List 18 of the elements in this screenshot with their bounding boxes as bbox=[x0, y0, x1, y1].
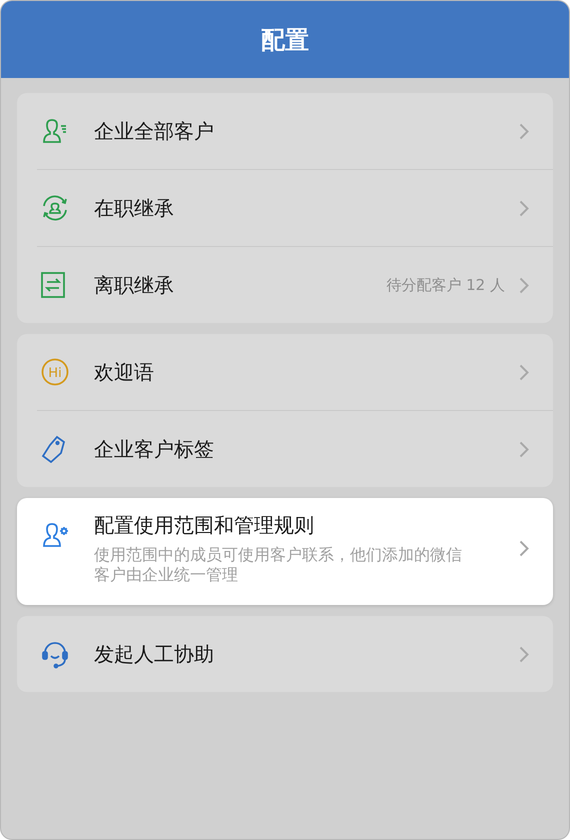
menu-item-label[interactable]: 发起人工协助 bbox=[94, 640, 519, 668]
menu-item-label[interactable]: 在职继承 bbox=[94, 194, 519, 222]
chevron-icon bbox=[519, 200, 529, 216]
chevron-icon bbox=[519, 364, 529, 380]
menu-item-label[interactable]: 企业全部客户 bbox=[94, 118, 519, 144]
hi-icon: Hi bbox=[41, 358, 69, 386]
pending-count: 待分配客户 12 人 bbox=[386, 276, 505, 294]
chevron-icon bbox=[519, 440, 529, 458]
menu-item-label[interactable]: 欢迎语 bbox=[94, 358, 519, 386]
menu-item-label[interactable]: 离职继承 bbox=[94, 272, 386, 298]
chevron-icon bbox=[519, 276, 529, 294]
chevron-icon bbox=[519, 646, 529, 662]
chevron-icon bbox=[519, 122, 529, 140]
chevron-icon bbox=[519, 540, 529, 557]
menu-item-label[interactable]: 企业客户标签 bbox=[94, 436, 519, 462]
page-title: 配置 bbox=[261, 24, 309, 56]
menu-item-description: 使用范围中的成员可使用客户联系，他们添加的微信客户由企业统一管理 bbox=[94, 545, 463, 585]
menu-item-label[interactable]: 配置使用范围和管理规则 bbox=[94, 512, 519, 539]
